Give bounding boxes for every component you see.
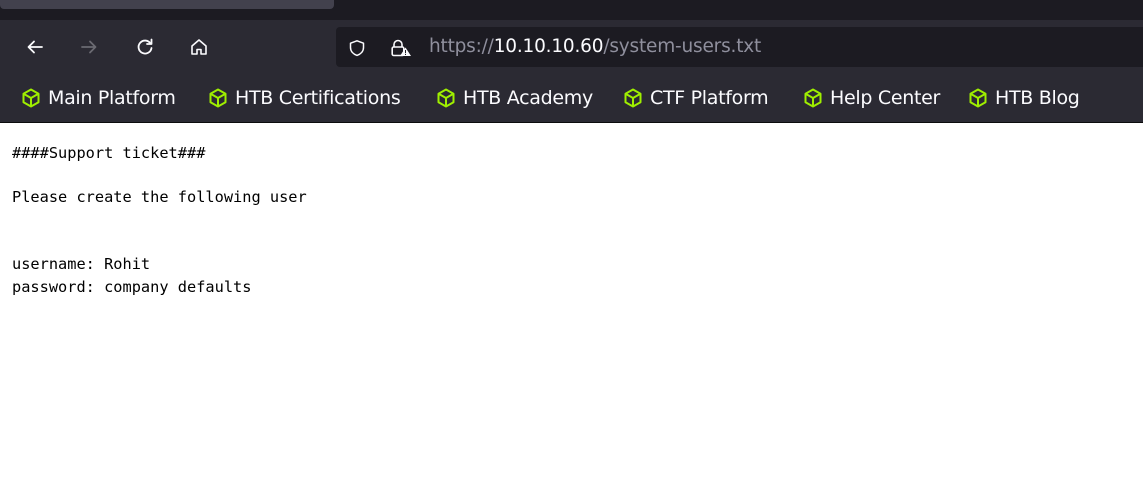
- url-text[interactable]: https://10.10.10.60/system-users.txt: [429, 27, 761, 67]
- cube-icon: [437, 88, 455, 108]
- url-host: 10.10.10.60: [493, 36, 604, 57]
- bookmark-label: HTB Certifications: [235, 87, 401, 109]
- navigation-toolbar: https://10.10.10.60/system-users.txt: [0, 20, 1143, 74]
- url-bar[interactable]: https://10.10.10.60/system-users.txt: [336, 27, 1143, 67]
- bookmarks-toolbar: Main Platform HTB Certifications HTB Aca…: [0, 74, 1143, 123]
- url-path: /system-users.txt: [603, 36, 762, 57]
- cube-icon: [969, 88, 987, 108]
- bookmark-label: HTB Academy: [463, 87, 593, 109]
- bookmark-help-center[interactable]: Help Center: [802, 85, 940, 111]
- cube-icon: [22, 88, 40, 108]
- bookmark-main-platform[interactable]: Main Platform: [20, 85, 176, 111]
- url-scheme: https://: [429, 36, 494, 57]
- bookmark-ctf-platform[interactable]: CTF Platform: [622, 85, 769, 111]
- shield-icon[interactable]: [348, 39, 366, 57]
- home-button[interactable]: [183, 31, 215, 63]
- reload-button[interactable]: [129, 31, 161, 63]
- back-button[interactable]: [19, 31, 51, 63]
- reload-icon: [137, 38, 153, 55]
- cube-icon: [209, 88, 227, 108]
- ticket-request: Please create the following user: [12, 188, 307, 206]
- bookmark-label: Main Platform: [48, 87, 176, 109]
- bookmark-htb-blog[interactable]: HTB Blog: [967, 85, 1080, 111]
- password-line: password: company defaults: [12, 278, 252, 296]
- forward-arrow-icon: [81, 40, 97, 54]
- insecure-lock-icon[interactable]: [390, 39, 412, 57]
- cube-icon: [804, 88, 822, 108]
- bookmark-htb-certifications[interactable]: HTB Certifications: [207, 85, 401, 111]
- active-tab[interactable]: [0, 0, 334, 9]
- bookmark-htb-academy[interactable]: HTB Academy: [435, 85, 593, 111]
- cube-icon: [624, 88, 642, 108]
- username-line: username: Rohit: [12, 255, 151, 273]
- back-arrow-icon: [27, 40, 43, 54]
- ticket-heading: ####Support ticket###: [12, 144, 206, 162]
- bookmark-label: Help Center: [830, 87, 941, 109]
- forward-button[interactable]: [73, 31, 105, 63]
- bookmark-label: HTB Blog: [995, 87, 1080, 109]
- page-content: ####Support ticket### Please create the …: [0, 123, 1143, 488]
- bookmark-label: CTF Platform: [650, 87, 769, 109]
- tab-strip: [0, 0, 1143, 20]
- home-icon: [191, 39, 207, 55]
